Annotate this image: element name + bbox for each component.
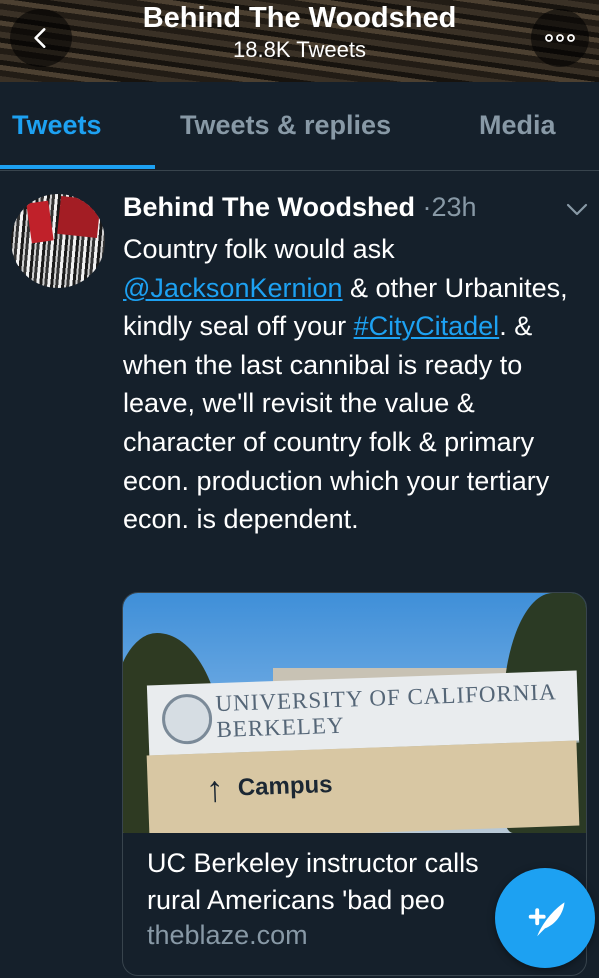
tweet-text-part: Country folk would ask (123, 234, 395, 264)
tab-tweets[interactable]: Tweets (12, 110, 102, 141)
arrow-up-icon: ↑ (205, 767, 225, 810)
compose-tweet-icon (528, 902, 565, 937)
profile-tabs: Tweets Tweets & replies Media (0, 82, 599, 171)
tweet-separator: · (422, 192, 432, 222)
tab-tweets-and-replies[interactable]: Tweets & replies (180, 110, 391, 141)
campus-label: Campus (237, 771, 333, 802)
avatar[interactable] (11, 194, 105, 288)
compose-tweet-button[interactable] (495, 868, 595, 968)
link-title-line-1: UC Berkeley instructor calls (147, 848, 479, 878)
tweet-author-name[interactable]: Behind The Woodshed (123, 192, 415, 222)
more-button[interactable] (531, 9, 589, 67)
tab-media[interactable]: Media (479, 110, 556, 141)
tweet-header: Behind The Woodshed ·23h (123, 192, 477, 223)
link-preview-domain: theblaze.com (147, 920, 308, 950)
active-tab-indicator (0, 165, 155, 169)
tweet-count: 18.8K Tweets (233, 37, 366, 62)
profile-name: Behind The Woodshed (142, 2, 457, 34)
campus-sign: ↑ Campus (146, 740, 580, 833)
tweet-timestamp[interactable]: 23h (432, 192, 477, 222)
tweet-text: Country folk would ask @JacksonKernion &… (123, 230, 588, 539)
link-preview-image: UNIVERSITY OF CALIFORNIA BERKELEY ↑ Camp… (123, 593, 586, 833)
more-horizontal-icon (545, 34, 575, 42)
seal-icon (161, 693, 213, 746)
sign-text: UNIVERSITY OF CALIFORNIA BERKELEY (215, 679, 558, 743)
mention-link[interactable]: @JacksonKernion (123, 273, 343, 303)
chevron-down-icon[interactable] (565, 200, 589, 220)
tweet-text-part: . & when the last cannibal is ready to l… (123, 311, 550, 535)
hashtag-link[interactable]: #CityCitadel (354, 311, 500, 341)
